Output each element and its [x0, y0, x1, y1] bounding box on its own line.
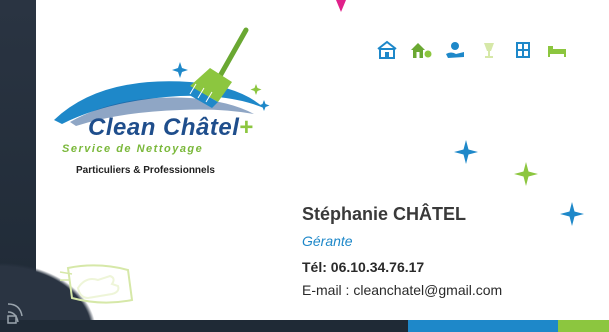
glass-icon — [484, 43, 494, 58]
leaf-decoration-icon — [7, 303, 23, 324]
contact-role: Gérante — [302, 233, 353, 249]
sparkle-blue-icon — [560, 202, 584, 226]
clean-chatel-logo-graphic — [54, 27, 270, 126]
sparkle-blue-icon — [454, 140, 478, 164]
bottom-blue-accent — [408, 320, 558, 332]
cleaning-glove-icon — [59, 264, 134, 304]
house-icon — [377, 40, 397, 59]
hand-care-icon — [446, 42, 464, 58]
bed-icon — [548, 46, 566, 57]
house-garden-icon — [411, 43, 432, 58]
logo-title: Clean Châtel+ — [88, 114, 254, 141]
window-icon — [516, 42, 530, 58]
contact-phone: Tél: 06.10.34.76.17 — [302, 259, 425, 275]
contact-name: Stéphanie CHÂTEL — [302, 204, 467, 224]
business-card: Clean Châtel+ Service de Nettoyage Parti… — [0, 0, 609, 332]
logo-subtitle: Particuliers & Professionnels — [76, 165, 215, 176]
pink-arrow-mark — [336, 0, 346, 12]
logo-plus-mark: + — [239, 114, 254, 141]
logo-tagline: Service de Nettoyage — [62, 143, 204, 155]
service-icons-row — [376, 40, 568, 60]
sparkle-green-icon — [514, 162, 538, 186]
bottom-green-accent — [558, 320, 609, 332]
contact-email: E-mail : cleanchatel@gmail.com — [302, 282, 503, 298]
